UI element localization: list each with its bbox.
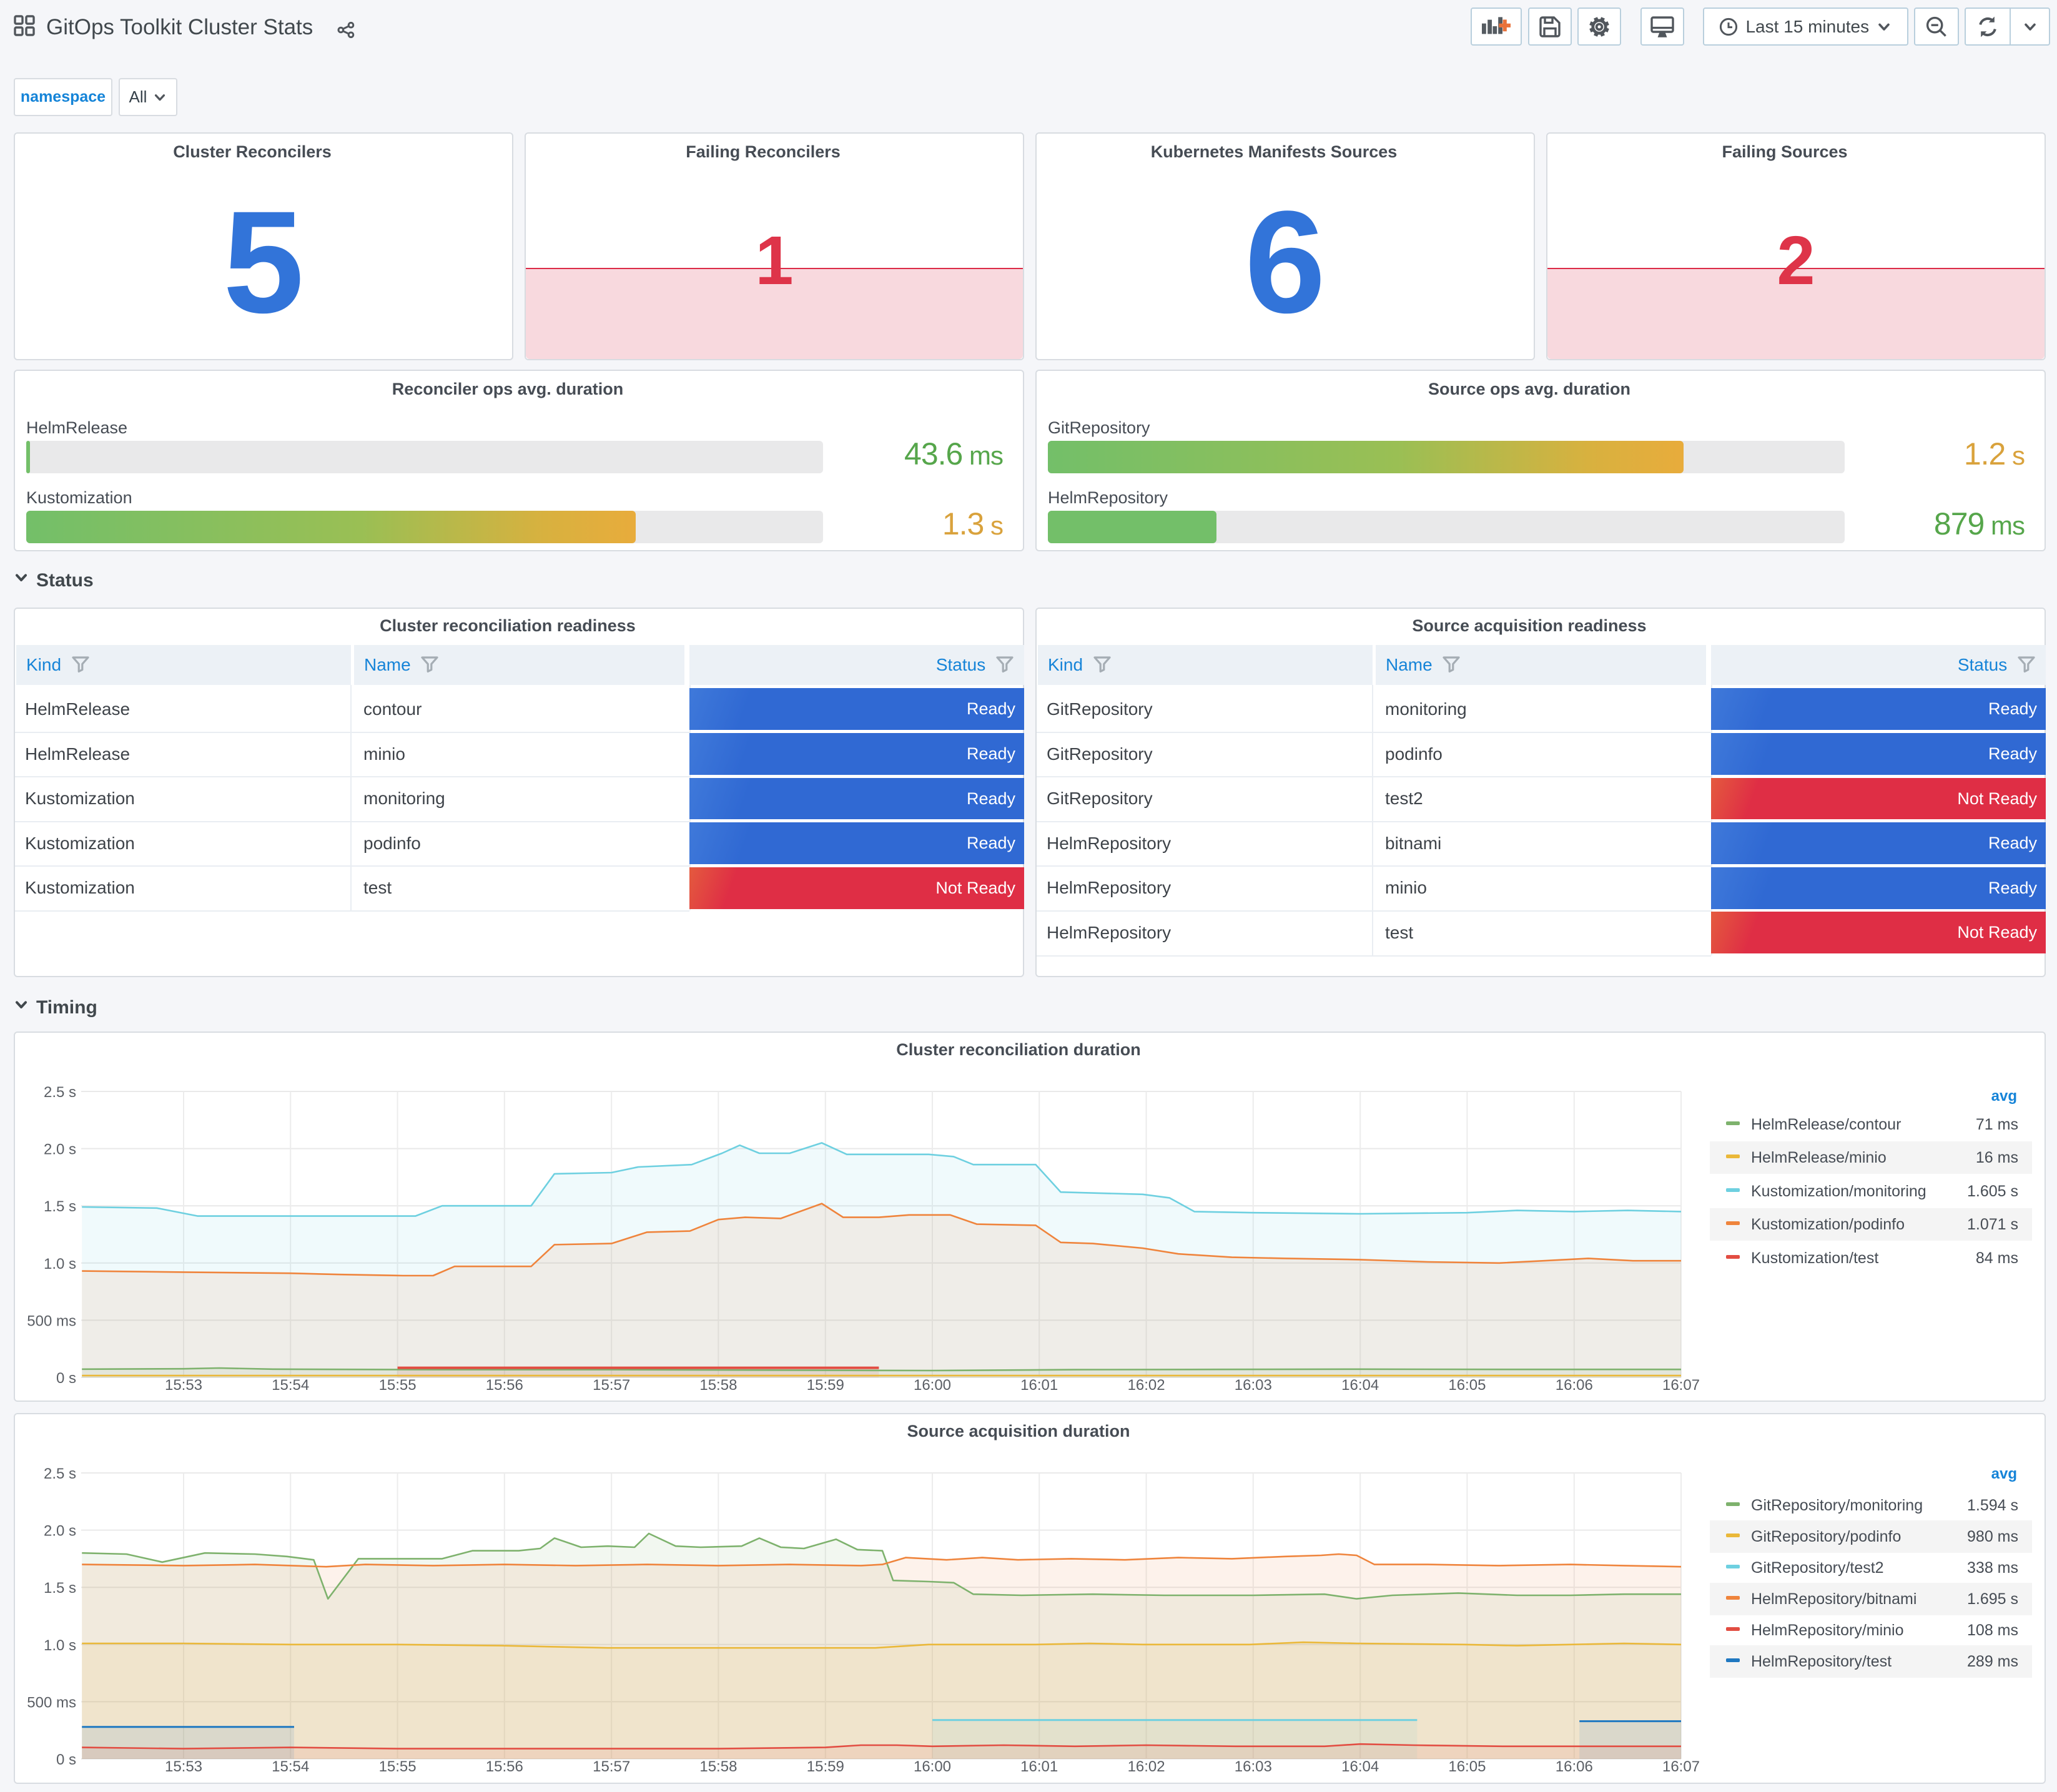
- svg-text:15:55: 15:55: [379, 1758, 417, 1775]
- svg-text:16:07: 16:07: [1662, 1758, 1700, 1775]
- svg-text:1.0 s: 1.0 s: [44, 1637, 76, 1654]
- svg-text:16:06: 16:06: [1556, 1377, 1593, 1394]
- svg-text:16:06: 16:06: [1556, 1758, 1593, 1775]
- svg-text:16:04: 16:04: [1341, 1377, 1379, 1394]
- svg-text:500 ms: 500 ms: [27, 1312, 76, 1329]
- svg-text:16:05: 16:05: [1448, 1758, 1486, 1775]
- svg-text:15:57: 15:57: [593, 1377, 630, 1394]
- svg-text:15:56: 15:56: [486, 1758, 523, 1775]
- svg-text:15:59: 15:59: [807, 1758, 844, 1775]
- svg-text:16:01: 16:01: [1020, 1758, 1058, 1775]
- svg-text:2.5 s: 2.5 s: [44, 1465, 76, 1482]
- svg-text:15:55: 15:55: [379, 1377, 417, 1394]
- svg-text:15:56: 15:56: [486, 1377, 523, 1394]
- svg-text:1.0 s: 1.0 s: [44, 1256, 76, 1273]
- svg-text:15:54: 15:54: [272, 1377, 309, 1394]
- svg-text:1.5 s: 1.5 s: [44, 1580, 76, 1597]
- svg-text:16:00: 16:00: [914, 1377, 951, 1394]
- svg-text:15:54: 15:54: [272, 1758, 309, 1775]
- svg-text:0 s: 0 s: [56, 1751, 76, 1768]
- svg-text:500 ms: 500 ms: [27, 1694, 76, 1711]
- svg-text:16:02: 16:02: [1128, 1377, 1165, 1394]
- svg-text:2.0 s: 2.0 s: [44, 1523, 76, 1540]
- svg-text:15:58: 15:58: [699, 1758, 737, 1775]
- svg-text:16:03: 16:03: [1235, 1758, 1272, 1775]
- svg-text:15:57: 15:57: [593, 1758, 630, 1775]
- svg-text:16:07: 16:07: [1662, 1377, 1700, 1394]
- svg-text:15:53: 15:53: [165, 1377, 202, 1394]
- svg-text:16:02: 16:02: [1128, 1758, 1165, 1775]
- svg-text:15:58: 15:58: [699, 1377, 737, 1394]
- svg-text:2.0 s: 2.0 s: [44, 1141, 76, 1158]
- svg-text:16:04: 16:04: [1341, 1758, 1379, 1775]
- svg-text:16:03: 16:03: [1235, 1377, 1272, 1394]
- svg-text:0 s: 0 s: [56, 1370, 76, 1387]
- svg-text:16:05: 16:05: [1448, 1377, 1486, 1394]
- svg-text:15:59: 15:59: [807, 1377, 844, 1394]
- svg-text:16:01: 16:01: [1020, 1377, 1058, 1394]
- svg-text:2.5 s: 2.5 s: [44, 1084, 76, 1101]
- svg-text:15:53: 15:53: [165, 1758, 202, 1775]
- svg-text:1.5 s: 1.5 s: [44, 1198, 76, 1215]
- svg-text:16:00: 16:00: [914, 1758, 951, 1775]
